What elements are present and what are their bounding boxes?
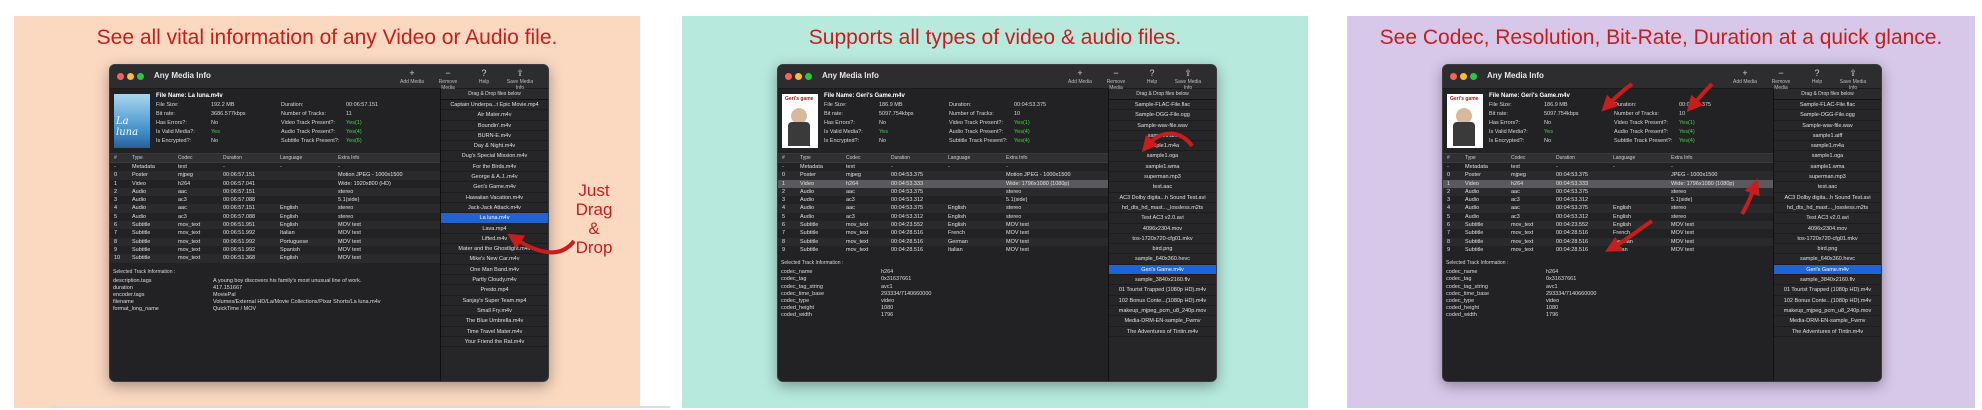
promo-panel: See all vital information of any Video o… — [14, 16, 640, 408]
promo-panel: See Codec, Resolution, Bit-Rate, Duratio… — [1347, 16, 1975, 408]
red-arrow-icon — [1141, 131, 1194, 153]
annotation-arrows — [1601, 82, 1760, 252]
red-arrow-icon — [1740, 178, 1760, 216]
scrollbar-track[interactable] — [50, 406, 670, 408]
red-arrow-icon — [1601, 82, 1634, 112]
annotation-arrows — [1141, 131, 1194, 153]
red-arrow-icon — [1686, 82, 1714, 113]
red-arrow-icon — [1604, 219, 1654, 252]
red-arrow-icon — [507, 233, 576, 255]
promo-panel: Supports all types of video & audio file… — [682, 16, 1308, 408]
annotation-arrows — [507, 233, 576, 255]
